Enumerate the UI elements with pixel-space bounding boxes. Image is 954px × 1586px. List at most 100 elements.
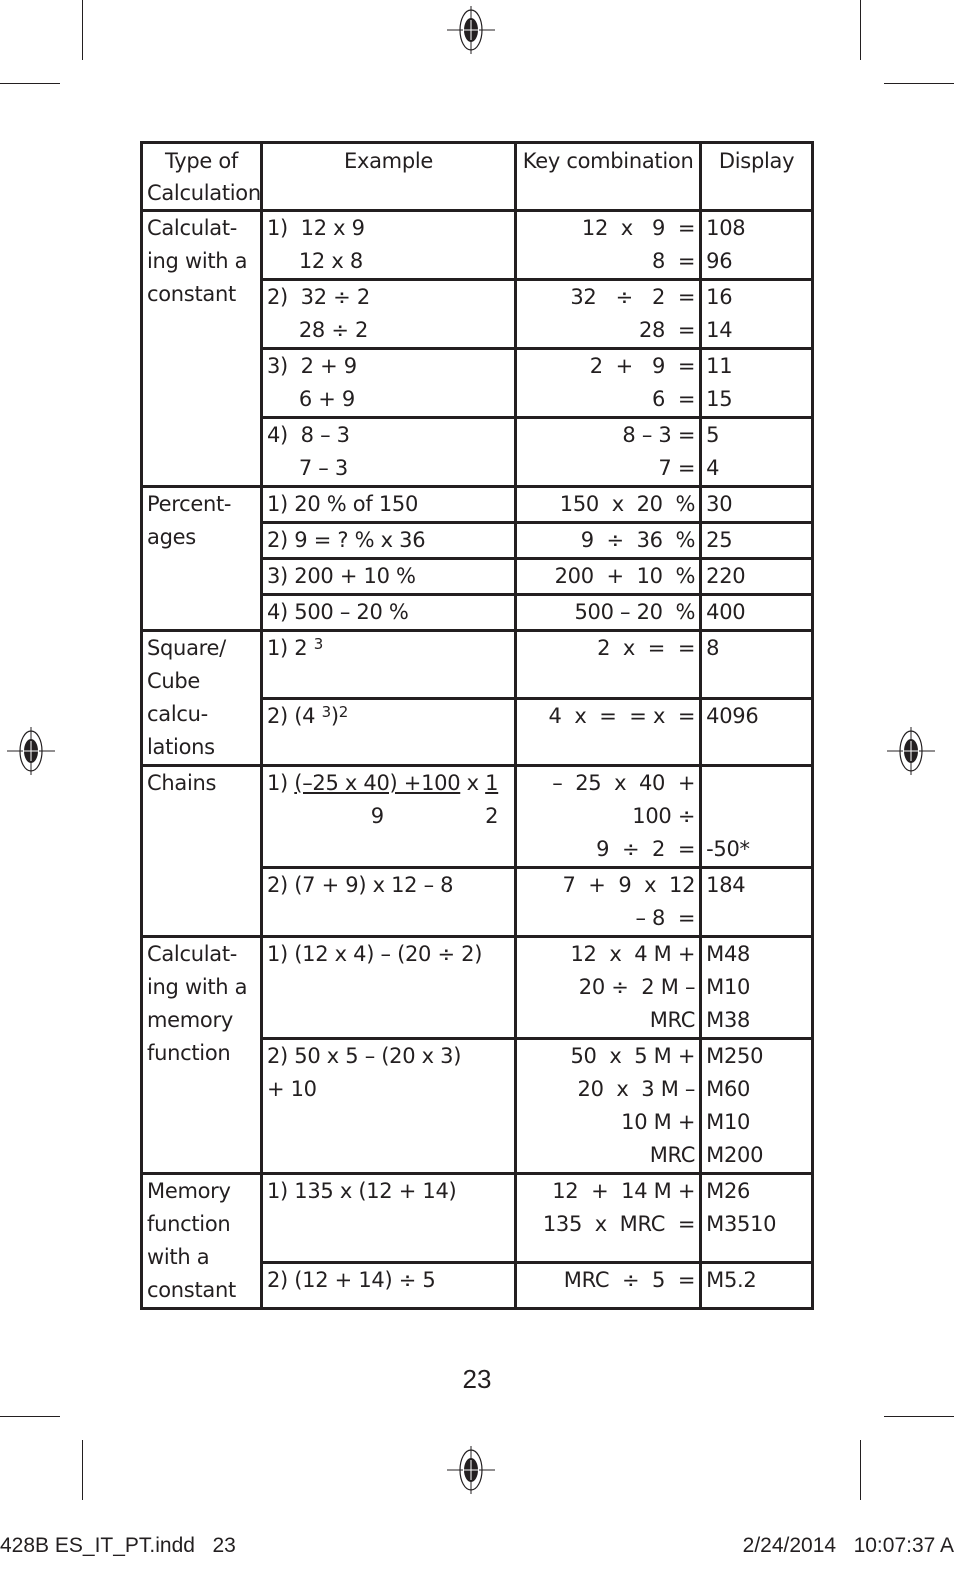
display-cell: M250 M60 M10 M200 [699, 1037, 814, 1175]
example-cell: 2) 50 x 5 – (20 x 3) + 10 [259, 1037, 518, 1175]
key-line: 4 x = = x = [548, 703, 696, 728]
key-line: 6 = [652, 387, 696, 411]
display-cell: 220 [699, 557, 814, 596]
table-row: Chains 1) (–25 x 40) +100 9 x 1 2– 25 x 40 … [140, 764, 814, 938]
example-exponent: 3 [321, 702, 332, 721]
display-cell: 4096 [699, 696, 814, 767]
key-line: 20 ÷ 2 M – [578, 975, 696, 999]
calculation-type-cell: Square/ Cube calcu- lations [140, 629, 263, 767]
table-body: Calculat- ing with a constant 1) 12 x 9 1… [140, 209, 814, 1311]
example-line: 2) 32 ÷ 2 [266, 285, 370, 309]
key-line: 32 ÷ 2 = [570, 285, 696, 309]
display-line: 96 [706, 249, 733, 273]
fraction: (–25 x 40) +100 9 [294, 767, 460, 833]
display-line: M60 [706, 1077, 751, 1101]
example-cell: 1) (–25 x 40) +100 9 x 12 [259, 764, 518, 869]
key-combination-cell: 12 + 14 M + 135 x MRC = [514, 1172, 703, 1264]
calculation-examples-table: Type of Calculation Example Key combinat… [140, 141, 814, 1311]
example-line: 1) 20 % of 150 [266, 492, 419, 516]
header-key-combination: Key combination [514, 141, 703, 212]
display-cell: 16 14 [699, 278, 814, 350]
table-row: Square/ Cube calcu- lations 1) 2 3 2 x = =… [140, 629, 814, 767]
example-line: 1) 12 x 9 [266, 216, 365, 240]
example-exponent: 3 [313, 635, 324, 653]
key-line: 9 ÷ 36 % [580, 528, 696, 552]
example-line: 4) 500 – 20 % [266, 600, 409, 624]
calculation-type-cell: Percent- ages [140, 485, 263, 632]
display-line: 4096 [706, 703, 759, 728]
fraction: 12 [485, 767, 498, 833]
key-combination-cell: 2 + 9 = 6 = [514, 347, 703, 419]
display-line: M26 [706, 1179, 751, 1203]
crop-mark-top-left-horizontal [0, 83, 60, 84]
key-line: 8 = [652, 249, 696, 273]
example-cell: 2) (12 + 14) ÷ 5 [259, 1260, 518, 1311]
example-multiply: x [460, 771, 486, 795]
example-line: + 10 [266, 1077, 317, 1101]
header-example: Example [259, 141, 518, 212]
fraction-denominator: 9 [370, 804, 384, 828]
page-number: 23 [462, 1364, 492, 1394]
header-display: Display [699, 141, 814, 212]
example-line: 2) (7 + 9) x 12 – 8 [266, 873, 454, 897]
example-cell: 2) (7 + 9) x 12 – 8 [259, 866, 518, 938]
example-close: ) [330, 703, 339, 728]
slug-date-time: 2/24/2014 10:07:37 A [742, 1534, 954, 1557]
example-cell: 2) 9 = ? % x 36 [259, 521, 518, 560]
key-combination-cell: 9 ÷ 36 % [514, 521, 703, 560]
key-combination-cell: 12 x 9 = 8 = [514, 209, 703, 281]
crop-mark-bottom-right-vertical [860, 1440, 861, 1500]
example-line: 1) (12 x 4) – (20 ÷ 2) [266, 942, 483, 966]
display-line: M38 [706, 1008, 751, 1032]
display-cell: 108 96 [699, 209, 814, 281]
calculation-type-cell: Calculat- ing with a memory function [140, 935, 263, 1175]
calculation-type-cell: Memory function with a constant [140, 1172, 263, 1310]
table-row: Calculat- ing with a constant 1) 12 x 9 1… [140, 209, 814, 488]
example-cell: 3) 200 + 10 % [259, 557, 518, 596]
key-line: 135 x MRC = [542, 1212, 696, 1236]
calculation-type-label: Calculat- ing with a memory function [147, 942, 248, 1065]
example-line: 6 + 9 [266, 387, 355, 411]
calculation-type-label: Calculat- ing with a constant [147, 216, 248, 306]
display-line: 14 [706, 318, 733, 342]
key-combination-cell: 4 x = = x = [514, 696, 703, 767]
example-cell: 4) 500 – 20 % [259, 593, 518, 632]
display-cell: M26 M3510 [699, 1172, 814, 1264]
key-combination-cell: 50 x 5 M + 20 x 3 M – 10 M + MRC [514, 1037, 703, 1175]
display-line: 4 [706, 456, 720, 480]
display-cell: 8 [699, 629, 814, 700]
key-combination-cell: 32 ÷ 2 = 28 = [514, 278, 703, 350]
crop-mark-top-left-vertical [82, 0, 83, 60]
example-cell: 1) 20 % of 150 [259, 485, 518, 524]
key-combination-cell: MRC ÷ 5 = [514, 1260, 703, 1311]
display-line: M48 [706, 942, 751, 966]
example-cell: 4) 8 – 3 7 – 3 [259, 416, 518, 488]
display-line: 15 [706, 387, 733, 411]
example-line: 2) 50 x 5 – (20 x 3) [266, 1044, 462, 1068]
calculation-type-label: Square/ Cube calcu- lations [147, 636, 226, 759]
example-exponent: 2 [338, 702, 349, 721]
fraction-numerator: 1 [485, 771, 499, 795]
key-line: 20 x 3 M – [577, 1077, 696, 1101]
display-line: M3510 [706, 1212, 777, 1236]
example-line: 28 ÷ 2 [266, 318, 369, 342]
key-line: 50 x 5 M + [570, 1044, 696, 1068]
slug-file-info: 428B ES_IT_PT.indd 23 [0, 1534, 236, 1557]
table-row: Percent- ages 1) 20 % of 150 150 x 20 % 30 [140, 485, 814, 632]
registration-target-icon [447, 6, 495, 54]
key-line: 12 x 9 = [581, 216, 696, 240]
table-header-row: Type of Calculation Example Key combinat… [140, 141, 814, 212]
display-line: 400 [706, 600, 746, 624]
display-cell: 184 [699, 866, 814, 938]
key-line: – 25 x 40 + [552, 771, 696, 795]
key-line: 7 + 9 x 12 [562, 873, 696, 897]
display-line: 220 [706, 564, 746, 588]
display-cell: 400 [699, 593, 814, 632]
example-line: 4) 8 – 3 [266, 423, 350, 447]
registration-target-icon [887, 727, 935, 775]
display-line: M200 [706, 1143, 764, 1167]
key-line: 2 x = = [597, 636, 696, 660]
key-combination-cell: – 25 x 40 + 100 ÷ 9 ÷ 2 = [514, 764, 703, 869]
example-prefix: 1) [266, 771, 295, 795]
registration-target-icon [7, 727, 55, 775]
